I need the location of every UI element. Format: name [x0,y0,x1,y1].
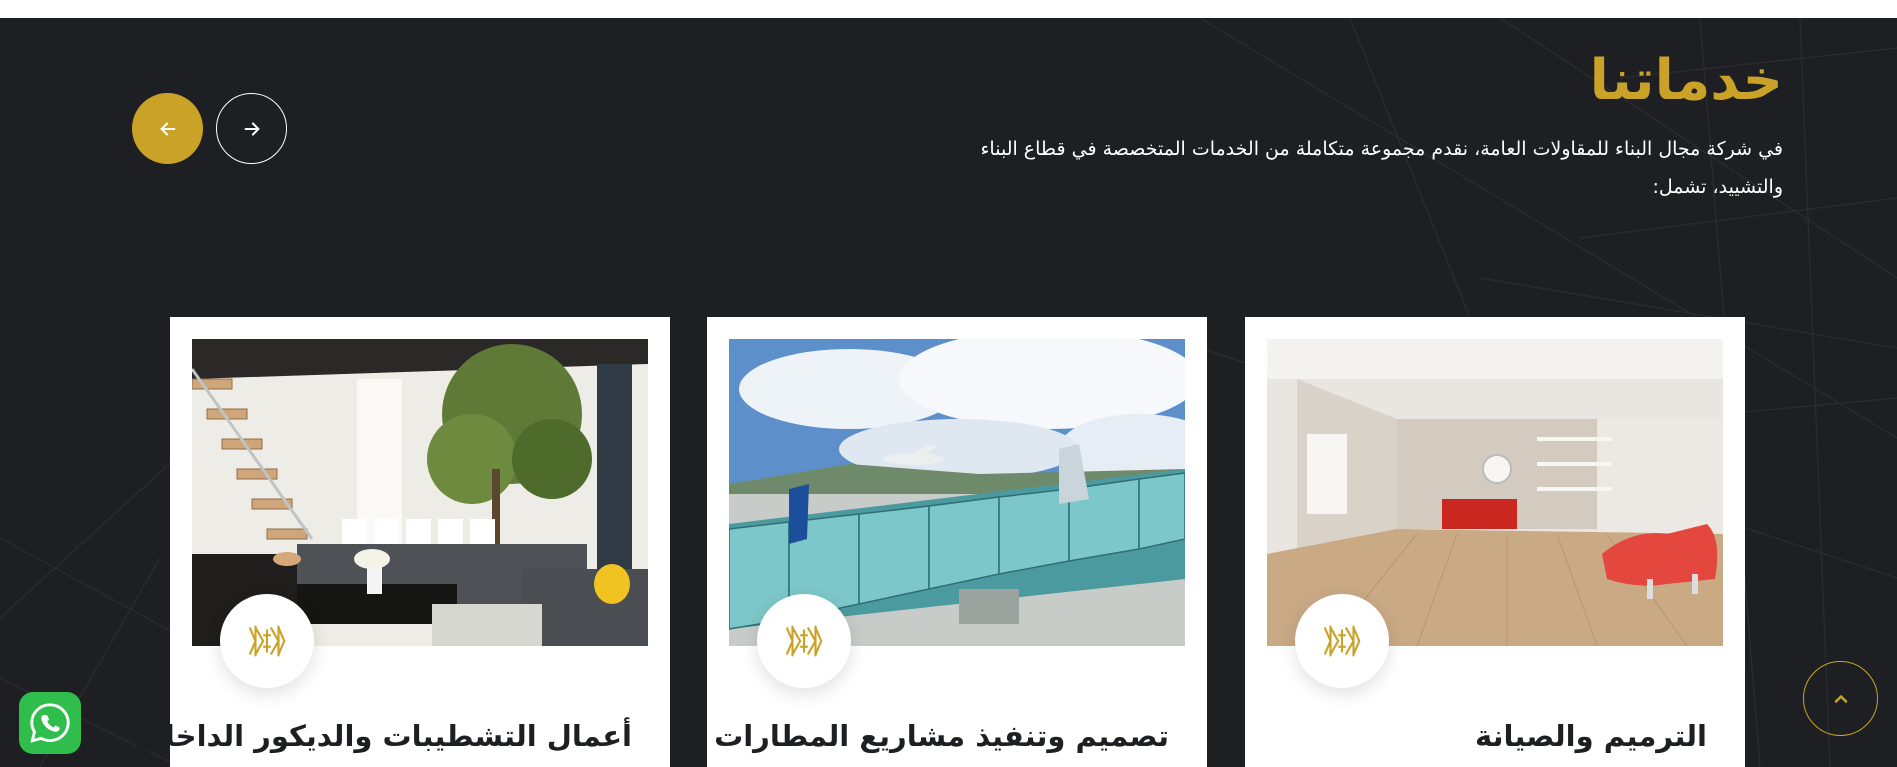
services-section: خدماتنا في شركة مجال البناء للمقاولات ال… [0,18,1897,767]
service-card-title: الترميم والصيانة [1475,719,1707,753]
section-description: في شركة مجال البناء للمقاولات العامة، نق… [980,138,1784,198]
building-logo-icon [248,625,286,657]
carousel-next-button[interactable] [216,93,287,164]
service-card-title: أعمال التشطيبات والديكور الداخلي [134,719,632,753]
service-badge [757,594,851,688]
service-card-finishing[interactable]: أعمال التشطيبات والديكور الداخلي [134,317,670,767]
service-card-restoration[interactable]: الترميم والصيانة [1245,317,1745,767]
chevron-up-icon [1834,694,1847,703]
arrow-right-icon [244,121,259,136]
whatsapp-button[interactable] [19,692,81,754]
scroll-to-top-button[interactable] [1803,661,1878,736]
carousel-prev-button[interactable] [132,93,203,164]
service-card-airports[interactable]: تصميم وتنفيذ مشاريع المطارات [707,317,1207,767]
building-logo-icon [785,625,823,657]
building-logo-icon [1323,625,1361,657]
whatsapp-icon [30,703,70,743]
top-strip [0,0,1897,18]
arrow-left-icon [160,121,175,136]
service-card-title: تصميم وتنفيذ مشاريع المطارات [714,719,1169,753]
service-badge [220,594,314,688]
service-badge [1295,594,1389,688]
section-title: خدماتنا [1589,48,1783,113]
